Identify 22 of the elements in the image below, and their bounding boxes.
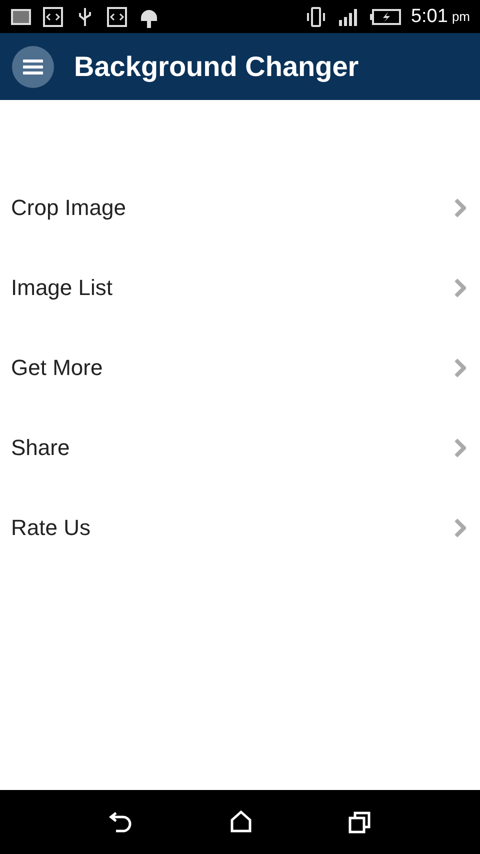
recent-apps-icon [348, 810, 372, 834]
app-title: Background Changer [74, 50, 359, 82]
battery-icon [368, 6, 401, 26]
chevron-icon [454, 358, 466, 378]
clock-suffix: pm [452, 9, 470, 24]
chevron-icon [454, 278, 466, 298]
code-icon [106, 6, 128, 28]
menu-item[interactable]: Share [0, 408, 480, 488]
chevron-icon [454, 518, 466, 538]
menu-item[interactable]: Crop Image [0, 168, 480, 248]
menu-item[interactable]: Image List [0, 248, 480, 328]
menu-item[interactable]: Rate Us [0, 488, 480, 568]
menu-button[interactable] [12, 46, 54, 88]
chevron-icon [454, 198, 466, 218]
code-icon [42, 6, 64, 28]
clock-time: 5:01 [410, 6, 448, 28]
chevron-icon [454, 438, 466, 458]
back-icon [108, 810, 134, 834]
menu-item[interactable]: Get More [0, 328, 480, 408]
home-icon [228, 810, 253, 834]
menu-icon [23, 58, 43, 74]
vibrate-icon [304, 6, 327, 28]
